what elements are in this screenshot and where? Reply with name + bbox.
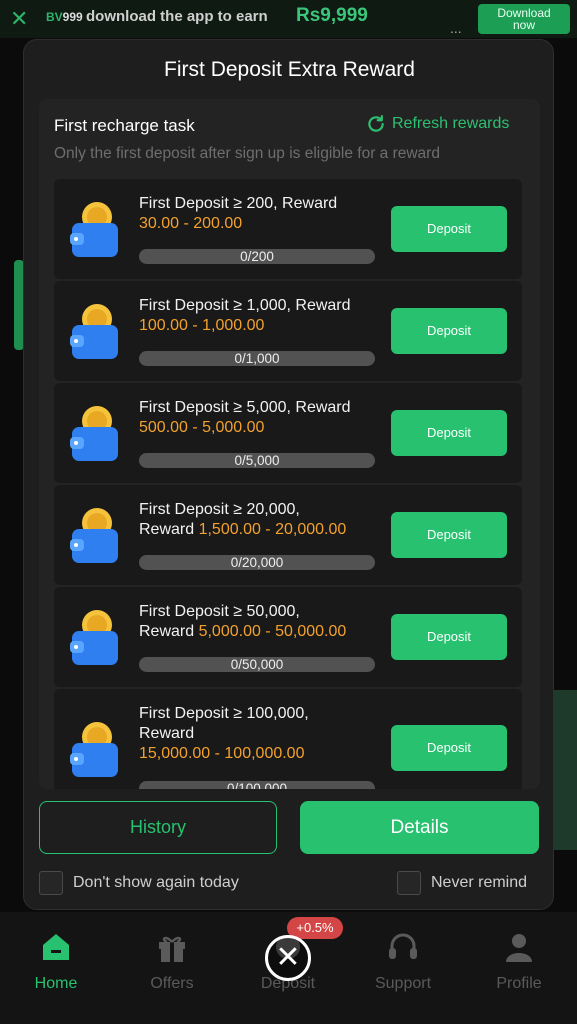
brand-logo: BV999 [46,10,83,24]
wallet-coin-icon [70,610,118,665]
deposit-button[interactable]: Deposit [391,308,507,354]
task-description: First Deposit ≥ 50,000, Reward 5,000.00 … [139,602,379,642]
wallet-coin-icon [70,406,118,461]
task-description: First Deposit ≥ 1,000, Reward 100.00 - 1… [139,296,379,336]
brand-number: 999 [62,10,83,24]
close-banner-icon[interactable]: ✕ [10,6,28,32]
eligibility-note: Only the first deposit after sign up is … [54,145,440,162]
task-progress-bar: 0/5,000 [139,453,375,468]
task-progress-bar: 0/200 [139,249,375,264]
task-progress-bar: 0/100,000 [139,781,375,789]
tab-profile-label: Profile [496,975,542,992]
headset-icon [389,933,417,959]
tab-offers-label: Offers [150,975,194,992]
wallet-coin-icon [70,508,118,563]
tab-support-label: Support [374,975,432,992]
task-row: First Deposit ≥ 20,000, Reward 1,500.00 … [54,485,522,585]
task-requirement: First Deposit ≥ 200, Reward [139,195,338,212]
banner-promo-text: download the app to earn [86,8,268,25]
task-description: First Deposit ≥ 100,000, Reward 15,000.0… [139,704,379,764]
tab-offers[interactable]: Offers [127,930,217,993]
tab-home-label: Home [34,975,78,992]
deposit-button[interactable]: Deposit [391,512,507,558]
task-reward-range: 30.00 - 200.00 [139,215,243,232]
wallet-coin-icon [70,202,118,257]
deposit-button[interactable]: Deposit [391,206,507,252]
profile-icon [506,934,532,962]
task-title: First recharge task [54,116,195,135]
task-requirement: First Deposit ≥ 20,000, [139,501,300,518]
task-description: First Deposit ≥ 200, Reward 30.00 - 200.… [139,194,379,234]
wallet-coin-icon [70,304,118,359]
task-row: First Deposit ≥ 1,000, Reward 100.00 - 1… [54,281,522,381]
background-card [554,690,577,850]
task-row: First Deposit ≥ 100,000, Reward 15,000.0… [54,689,522,789]
task-reward-prefix: Reward [139,521,199,538]
dont-show-today-checkbox[interactable] [39,871,63,895]
task-requirement: First Deposit ≥ 5,000, Reward [139,399,351,416]
details-button[interactable]: Details [300,801,539,854]
first-deposit-modal: First Deposit Extra Reward First recharg… [23,39,554,910]
refresh-rewards-button[interactable]: Refresh rewards [366,114,509,134]
task-row: First Deposit ≥ 5,000, Reward 500.00 - 5… [54,383,522,483]
download-now-label: now [512,18,535,32]
task-reward-prefix: Reward [139,725,195,742]
app-download-banner: ✕ BV999 download the app to earn Rs9,999… [0,0,577,38]
modal-title: First Deposit Extra Reward [164,58,415,81]
task-description: First Deposit ≥ 5,000, Reward 500.00 - 5… [139,398,379,438]
task-description: First Deposit ≥ 20,000, Reward 1,500.00 … [139,500,379,540]
banner-amount: Rs9,999 [296,5,368,26]
tab-profile[interactable]: Profile [474,930,564,993]
task-requirement: First Deposit ≥ 1,000, Reward [139,297,351,314]
deposit-button[interactable]: Deposit [391,410,507,456]
wallet-coin-icon [70,722,118,777]
task-progress-bar: 0/50,000 [139,657,375,672]
dont-show-today-label: Don't show again today [73,874,239,891]
deposit-button[interactable]: Deposit [391,725,507,771]
task-reward-range: 15,000.00 - 100,000.00 [139,745,305,762]
task-reward-range: 5,000.00 - 50,000.00 [198,623,347,640]
task-row: First Deposit ≥ 50,000, Reward 5,000.00 … [54,587,522,687]
close-modal-icon[interactable]: ✕ [265,935,311,981]
task-panel[interactable]: First recharge task Refresh rewards Only… [39,99,540,789]
task-requirement: First Deposit ≥ 50,000, [139,603,300,620]
task-reward-range: 100.00 - 1,000.00 [139,317,265,334]
download-now-button[interactable]: Download now [478,4,570,34]
task-progress-bar: 0/20,000 [139,555,375,570]
history-button[interactable]: History [39,801,277,854]
task-row: First Deposit ≥ 200, Reward 30.00 - 200.… [54,179,522,279]
refresh-rewards-label: Refresh rewards [392,115,510,132]
dont-show-today-option[interactable]: Don't show again today [39,871,239,895]
never-remind-option[interactable]: Never remind [397,871,527,895]
task-reward-prefix: Reward [139,623,199,640]
gift-icon [159,936,185,962]
deposit-button[interactable]: Deposit [391,614,507,660]
task-reward-range: 1,500.00 - 20,000.00 [198,521,347,538]
brand-prefix: BV [46,10,63,24]
tab-home[interactable]: Home [11,930,101,993]
home-icon [43,934,69,960]
tab-support[interactable]: Support [358,930,448,993]
task-progress-bar: 0/1,000 [139,351,375,366]
task-requirement: First Deposit ≥ 100,000, [139,705,309,722]
never-remind-checkbox[interactable] [397,871,421,895]
refresh-icon [368,115,384,132]
never-remind-label: Never remind [431,874,528,891]
task-reward-range: 500.00 - 5,000.00 [139,419,265,436]
more-icon[interactable]: ... [450,20,462,36]
